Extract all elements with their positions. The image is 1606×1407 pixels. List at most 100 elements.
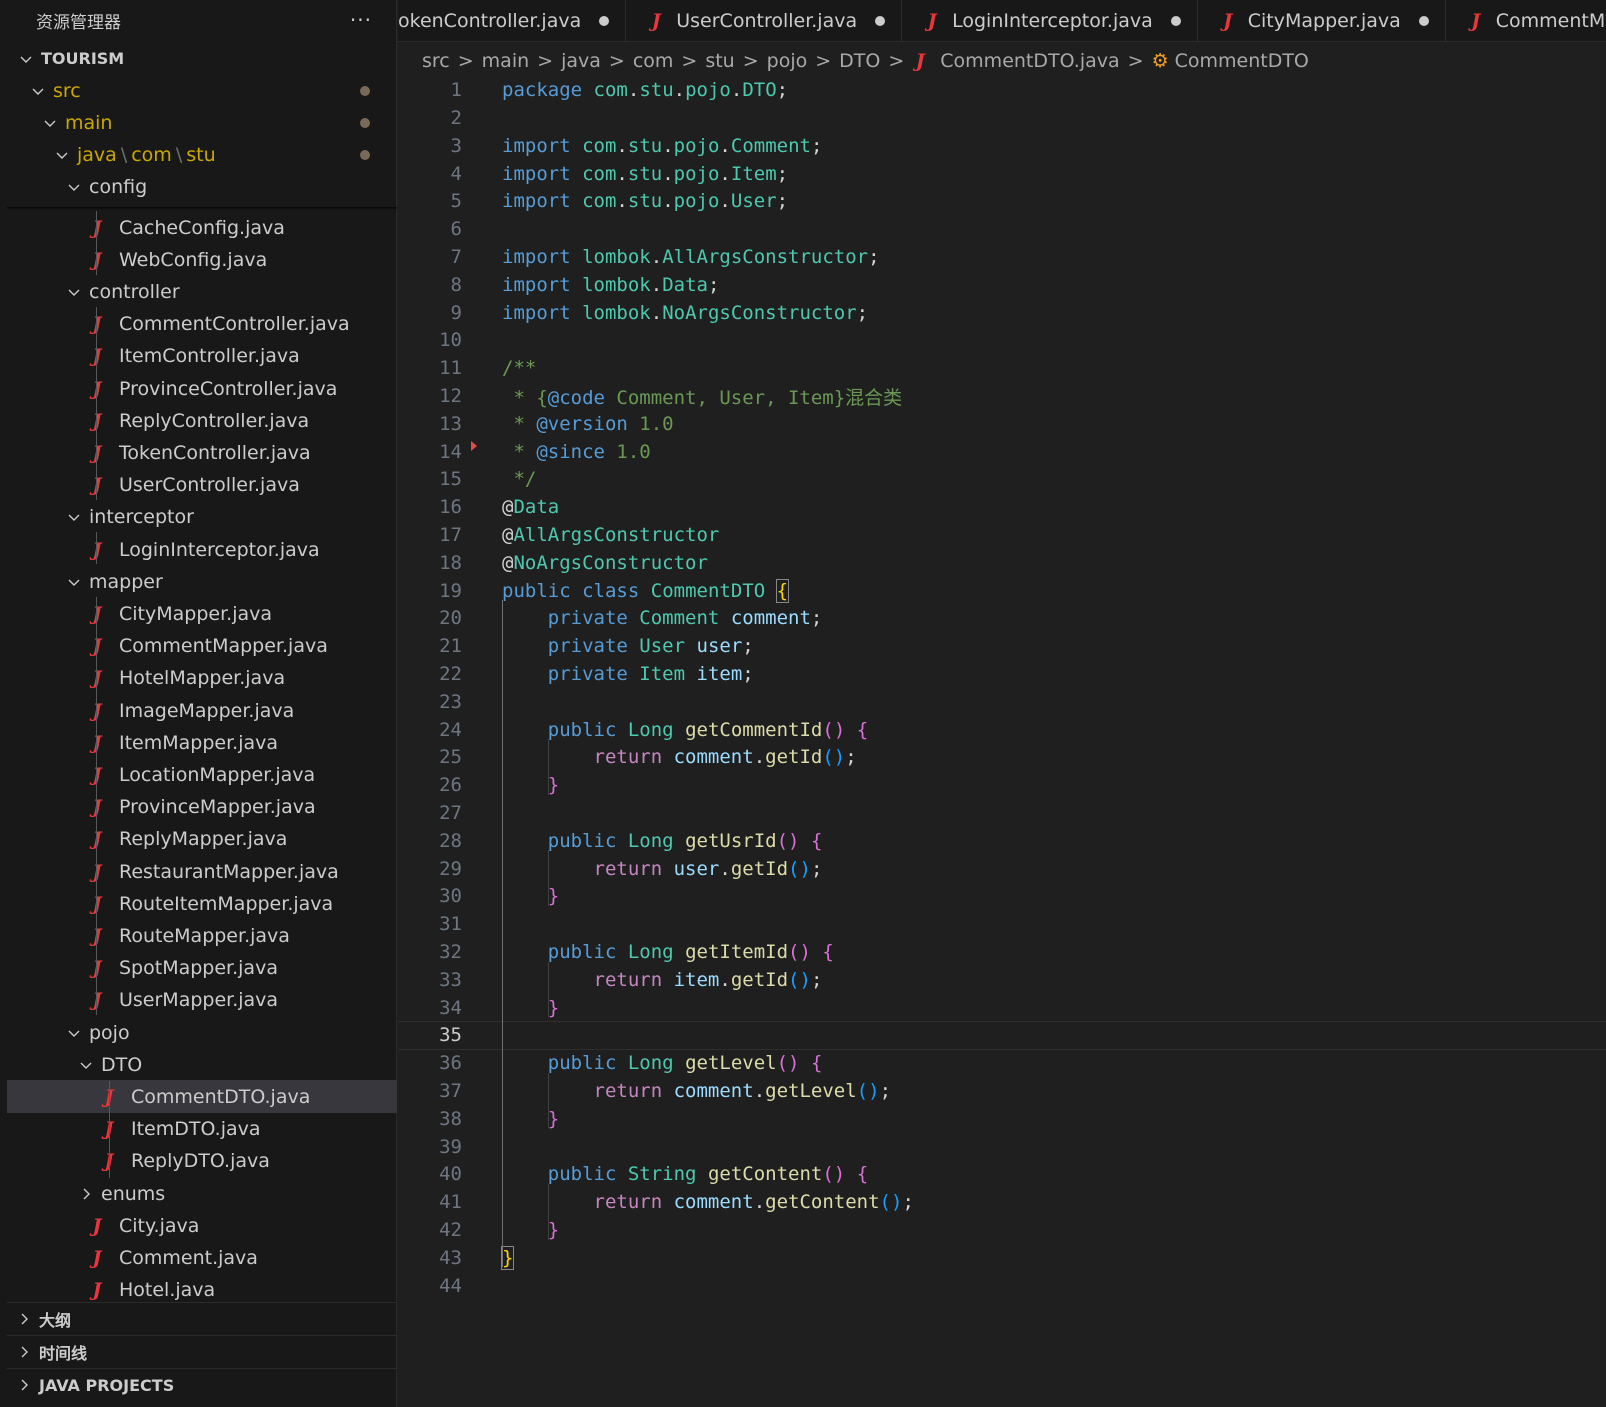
code-line[interactable]: 6 [398, 215, 1606, 244]
file-item[interactable]: J City.java [7, 1209, 397, 1242]
breadcrumb-item[interactable]: pojo [767, 50, 808, 72]
code-line[interactable]: 1 package com.stu.pojo.DTO; [398, 76, 1606, 105]
code-line[interactable]: 40 public String getContent() { [398, 1160, 1606, 1189]
folder-item[interactable]: mapper [7, 565, 397, 598]
folder-item[interactable]: src [7, 74, 397, 107]
file-item[interactable]: J RouteMapper.java [7, 919, 397, 952]
code-line[interactable]: 44 [398, 1271, 1606, 1300]
code-text[interactable]: public Long getUsrId() { [502, 830, 823, 852]
breadcrumb-item[interactable]: main [482, 50, 529, 72]
code-line[interactable]: 38 } [398, 1105, 1606, 1134]
file-item[interactable]: J Comment.java [7, 1241, 397, 1274]
code-line[interactable]: 28 public Long getUsrId() { [398, 827, 1606, 856]
code-text[interactable]: } [502, 885, 559, 907]
code-line[interactable]: 9 import lombok.NoArgsConstructor; [398, 298, 1606, 327]
code-line[interactable]: 7 import lombok.AllArgsConstructor; [398, 243, 1606, 272]
breadcrumb-item[interactable]: stu [705, 50, 734, 72]
code-line[interactable]: 17 @AllArgsConstructor [398, 521, 1606, 550]
more-actions-icon[interactable]: ··· [350, 8, 372, 32]
breadcrumb-item[interactable]: src [422, 50, 450, 72]
folder-item[interactable]: main [7, 106, 397, 139]
editor-tab[interactable]: J CityMapper.java [1198, 0, 1446, 41]
file-item[interactable]: J RouteItemMapper.java [7, 887, 397, 920]
code-line[interactable]: 30 } [398, 882, 1606, 911]
code-line[interactable]: 42 } [398, 1216, 1606, 1245]
code-line[interactable]: 32 public Long getItemId() { [398, 938, 1606, 967]
code-text[interactable]: import lombok.AllArgsConstructor; [502, 246, 880, 268]
code-line[interactable]: 3 import com.stu.pojo.Comment; [398, 132, 1606, 161]
file-item[interactable]: J CacheConfig.java [7, 211, 397, 244]
code-text[interactable]: import com.stu.pojo.User; [502, 190, 788, 212]
file-item[interactable]: J LoginInterceptor.java [7, 533, 397, 566]
code-text[interactable]: */ [502, 468, 536, 490]
unsaved-dot-icon[interactable] [875, 16, 886, 26]
editor-tab[interactable]: okenController.java [398, 0, 627, 41]
code-line[interactable]: 22 private Item item; [398, 660, 1606, 689]
code-line[interactable]: 5 import com.stu.pojo.User; [398, 187, 1606, 216]
code-text[interactable]: } [502, 997, 559, 1019]
unsaved-dot-icon[interactable] [599, 16, 610, 26]
unsaved-dot-icon[interactable] [1170, 16, 1181, 26]
code-text[interactable]: @AllArgsConstructor [502, 524, 719, 546]
code-text[interactable]: } [502, 1108, 559, 1130]
sidebar-section[interactable]: JAVA PROJECTS [7, 1368, 397, 1401]
code-line[interactable]: 14 * @since 1.0 [398, 437, 1606, 466]
code-text[interactable]: public Long getItemId() { [502, 941, 834, 963]
code-text[interactable]: public Long getLevel() { [502, 1052, 823, 1074]
file-item[interactable]: J TokenController.java [7, 436, 397, 469]
code-text[interactable]: return comment.getLevel(); [502, 1080, 892, 1102]
code-text[interactable]: private User user; [502, 635, 754, 657]
code-text[interactable]: import lombok.Data; [502, 274, 719, 296]
code-text[interactable]: private Item item; [502, 663, 754, 685]
code-line[interactable]: 2 [398, 104, 1606, 133]
code-text[interactable]: public String getContent() { [502, 1163, 868, 1185]
code-line[interactable]: 12 * {@code Comment, User, Item}混合类 [398, 382, 1606, 411]
folder-item[interactable]: controller [7, 275, 397, 308]
file-item[interactable]: J CommentMapper.java [7, 630, 397, 663]
code-text[interactable]: return item.getId(); [502, 969, 823, 991]
editor-tab[interactable]: J LoginInterceptor.java [902, 0, 1198, 41]
code-line[interactable]: 21 private User user; [398, 632, 1606, 661]
sidebar-section[interactable]: 大纲 [7, 1302, 397, 1335]
code-line[interactable]: 24 public Long getCommentId() { [398, 715, 1606, 744]
folder-item[interactable]: enums [7, 1177, 397, 1210]
code-text[interactable]: import com.stu.pojo.Comment; [502, 135, 822, 157]
breadcrumb-item[interactable]: DTO [839, 50, 880, 72]
code-line[interactable]: 11 /** [398, 354, 1606, 383]
code-line[interactable]: 10 [398, 326, 1606, 355]
folder-item[interactable]: TOURISM [7, 42, 397, 75]
code-line[interactable]: 23 [398, 688, 1606, 717]
file-item[interactable]: J ItemController.java [7, 340, 397, 373]
file-item[interactable]: JCommentDTO.java [7, 1080, 397, 1114]
file-item[interactable]: J RestaurantMapper.java [7, 855, 397, 888]
code-line[interactable]: 39 [398, 1132, 1606, 1161]
file-item[interactable]: J ProvinceMapper.java [7, 791, 397, 824]
code-line[interactable]: 13 * @version 1.0 [398, 410, 1606, 439]
file-item[interactable]: J UserMapper.java [7, 984, 397, 1017]
breadcrumb-file[interactable]: CommentDTO.java [940, 50, 1119, 72]
code-line[interactable]: 29 return user.getId(); [398, 854, 1606, 883]
file-item[interactable]: J ProvinceController.java [7, 372, 397, 405]
folder-item[interactable]: java \ com \ stu [7, 139, 397, 172]
code-line[interactable]: 35 [398, 1021, 1606, 1050]
file-item[interactable]: J ItemMapper.java [7, 726, 397, 759]
file-item[interactable]: J CityMapper.java [7, 597, 397, 630]
code-text[interactable]: } [502, 1219, 559, 1241]
code-line[interactable]: 8 import lombok.Data; [398, 271, 1606, 300]
code-line[interactable]: 31 [398, 910, 1606, 939]
code-text[interactable]: public Long getCommentId() { [502, 719, 868, 741]
code-line[interactable]: 4 import com.stu.pojo.Item; [398, 159, 1606, 188]
code-line[interactable]: 26 } [398, 771, 1606, 800]
code-line[interactable]: 41 return comment.getContent(); [398, 1188, 1606, 1217]
file-item[interactable]: J SpotMapper.java [7, 952, 397, 985]
code-line[interactable]: 36 public Long getLevel() { [398, 1049, 1606, 1078]
code-text[interactable]: package com.stu.pojo.DTO; [502, 79, 788, 101]
code-text[interactable]: import com.stu.pojo.Item; [502, 163, 788, 185]
code-line[interactable]: 25 return comment.getId(); [398, 743, 1606, 772]
file-item[interactable]: J CommentController.java [7, 308, 397, 341]
code-text[interactable]: private Comment comment; [502, 607, 823, 629]
file-item[interactable]: J HotelMapper.java [7, 662, 397, 695]
code-line[interactable]: 43} [398, 1244, 1606, 1273]
folder-item[interactable]: pojo [7, 1016, 397, 1049]
code-line[interactable]: 16 @Data [398, 493, 1606, 522]
